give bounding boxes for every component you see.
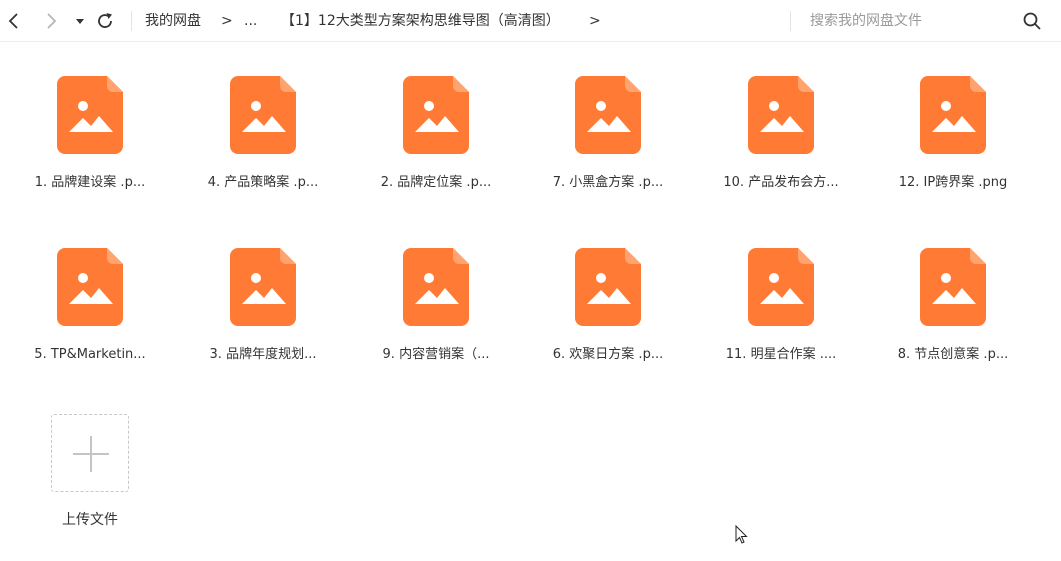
file-item[interactable]: 4. 产品策略案 .p... [188, 42, 338, 192]
file-name: 3. 品牌年度规划... [209, 347, 317, 362]
file-name: 12. IP跨界案 .png [898, 175, 1008, 190]
file-name: 8. 节点创意案 .p... [897, 347, 1009, 362]
file-name: 10. 产品发布会方... [723, 175, 839, 190]
breadcrumb-current: 【1】12大类型方案架构思维导图（高清图） [281, 13, 560, 29]
upload-file-button[interactable] [51, 414, 129, 492]
search-icon [1023, 12, 1041, 30]
file-name: 6. 欢聚日方案 .p... [552, 347, 664, 362]
image-file-icon [920, 248, 986, 326]
image-file-icon [575, 76, 641, 154]
image-file-icon [57, 248, 123, 326]
image-file-icon [57, 76, 123, 154]
chevron-right-icon [47, 13, 57, 29]
file-item[interactable]: 6. 欢聚日方案 .p... [533, 214, 683, 364]
file-item[interactable]: 11. 明星合作案 .... [706, 214, 856, 364]
file-item[interactable]: 8. 节点创意案 .p... [878, 214, 1028, 364]
file-item[interactable]: 3. 品牌年度规划... [188, 214, 338, 364]
file-name: 4. 产品策略案 .p... [207, 175, 319, 190]
image-file-icon [575, 248, 641, 326]
upload-file-label: 上传文件 [62, 512, 118, 528]
image-file-icon [748, 248, 814, 326]
file-item[interactable]: 2. 品牌定位案 .p... [361, 42, 511, 192]
mouse-pointer-icon [735, 525, 748, 544]
file-name: 9. 内容营销案（... [382, 347, 490, 362]
image-file-icon [230, 248, 296, 326]
file-item[interactable]: 5. TP&Marketin... [15, 214, 165, 364]
toolbar-divider [790, 11, 791, 31]
image-file-icon [748, 76, 814, 154]
refresh-icon [98, 13, 112, 28]
file-name: 5. TP&Marketin... [34, 347, 146, 362]
image-file-icon [403, 248, 469, 326]
back-button[interactable] [2, 9, 26, 33]
file-name: 7. 小黑盒方案 .p... [552, 175, 664, 190]
file-item[interactable]: 12. IP跨界案 .png [878, 42, 1028, 192]
caret-down-icon [76, 19, 84, 24]
breadcrumb-separator: > [221, 13, 233, 29]
breadcrumb-ellipsis[interactable]: ... [244, 12, 257, 30]
file-name: 1. 品牌建设案 .p... [34, 175, 146, 190]
file-name: 11. 明星合作案 .... [725, 347, 837, 362]
file-item[interactable]: 10. 产品发布会方... [706, 42, 856, 192]
breadcrumb-root[interactable]: 我的网盘 [145, 12, 201, 30]
file-item[interactable]: 7. 小黑盒方案 .p... [533, 42, 683, 192]
forward-button[interactable] [39, 9, 63, 33]
file-item[interactable]: 9. 内容营销案（... [361, 214, 511, 364]
file-item[interactable]: 1. 品牌建设案 .p... [15, 42, 165, 192]
image-file-icon [403, 76, 469, 154]
search-input[interactable] [806, 9, 1020, 33]
history-dropdown-button[interactable] [68, 9, 92, 33]
image-file-icon [230, 76, 296, 154]
image-file-icon [920, 76, 986, 154]
breadcrumb-separator: > [589, 13, 601, 29]
toolbar: 我的网盘 > ... 【1】12大类型方案架构思维导图（高清图） > [0, 0, 1061, 42]
chevron-left-icon [8, 13, 18, 29]
plus-icon [90, 436, 92, 472]
refresh-button[interactable] [93, 9, 117, 33]
search-button[interactable] [1020, 9, 1044, 33]
toolbar-divider [131, 11, 132, 31]
file-name: 2. 品牌定位案 .p... [380, 175, 492, 190]
